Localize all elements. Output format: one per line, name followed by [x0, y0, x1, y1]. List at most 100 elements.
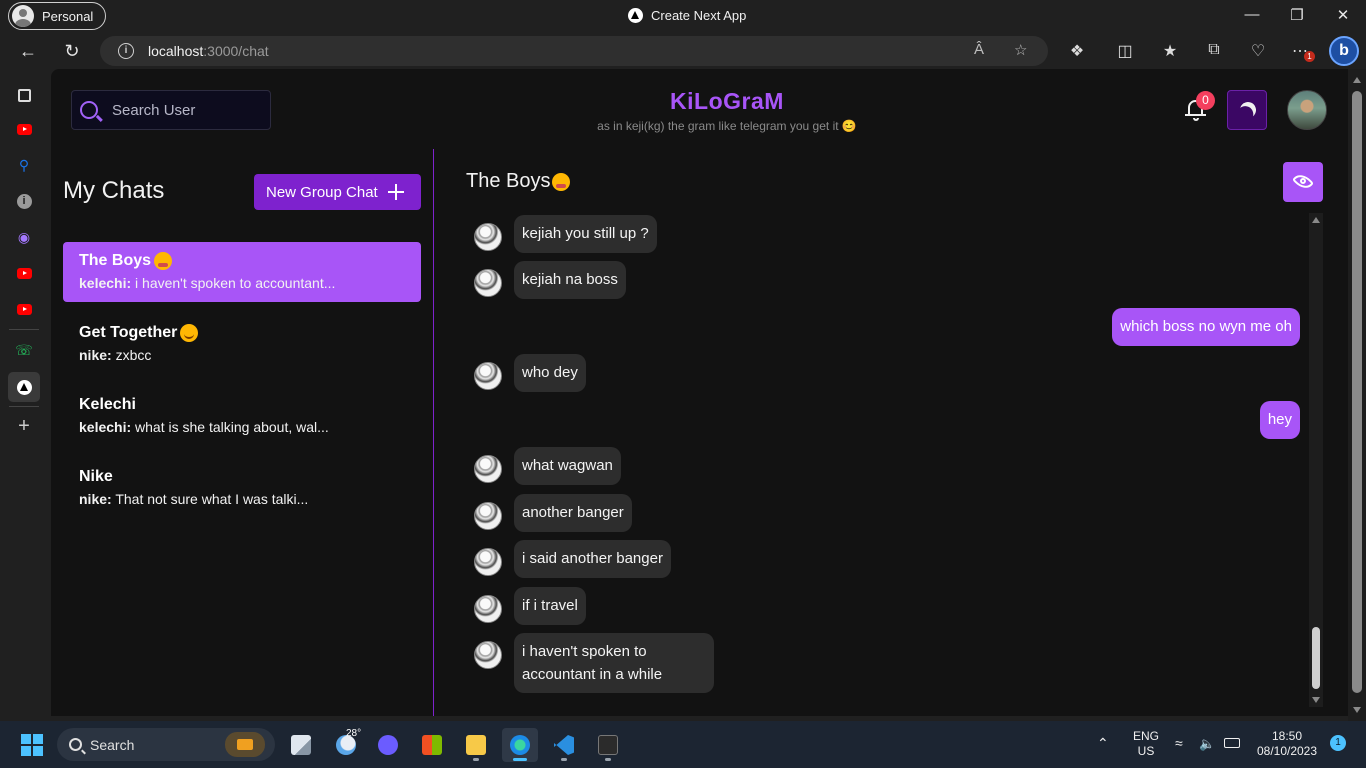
message-bubble: i said another banger	[514, 540, 671, 578]
wifi-icon[interactable]: ≈	[1175, 736, 1183, 751]
notification-center-badge[interactable]: 1	[1330, 735, 1346, 751]
taskbar-search-label: Search	[90, 736, 135, 753]
copilot-icon[interactable]: b	[1329, 36, 1359, 66]
search-icon	[69, 738, 82, 751]
browser-sidebar: ⚲ i ◉ ☏ +	[0, 69, 50, 721]
page-scroll-thumb[interactable]	[1352, 91, 1362, 693]
store-icon[interactable]	[414, 728, 450, 762]
flushed-face-emoji-icon	[154, 252, 173, 270]
message-line: i haven't spoken to	[522, 643, 647, 660]
whatsapp-icon[interactable]: ☏	[13, 339, 35, 361]
menu-alert-badge: 1	[1304, 51, 1315, 62]
page-scrollbar[interactable]	[1348, 69, 1366, 721]
windows-start-icon[interactable]	[21, 734, 43, 756]
my-chats-panel: My Chats New Group Chat The Boys kelechi…	[51, 149, 433, 716]
favorites-icon[interactable]: ★	[1160, 41, 1180, 61]
message-bubble: who dey	[514, 354, 586, 392]
youtube-icon[interactable]	[13, 298, 35, 320]
scroll-down-arrow-icon[interactable]	[1353, 707, 1361, 713]
chat-last-sender: kelechi:	[79, 419, 132, 435]
chat-name: Kelechi	[79, 396, 136, 413]
sender-avatar	[474, 362, 502, 390]
message-bubble: another banger	[514, 494, 632, 532]
smiling-face-emoji-icon	[180, 324, 199, 342]
nextjs-tab-icon[interactable]	[13, 376, 35, 398]
sender-avatar	[474, 502, 502, 530]
site-info-icon[interactable]: i	[118, 43, 134, 59]
restore-icon[interactable]: ❐	[1287, 6, 1307, 24]
window-title: Create Next App	[628, 8, 746, 23]
vscode-icon[interactable]	[546, 728, 582, 762]
notification-count-badge: 0	[1196, 91, 1215, 110]
new-group-chat-button[interactable]: New Group Chat	[254, 174, 421, 210]
chat-list-item[interactable]: Nike nike: That not sure what I was talk…	[63, 458, 421, 518]
nextjs-logo-icon	[628, 8, 643, 23]
message-bubble: what wagwan	[514, 447, 621, 485]
user-avatar[interactable]	[1287, 90, 1327, 130]
add-icon[interactable]: +	[13, 415, 35, 437]
new-group-chat-label: New Group Chat	[266, 183, 378, 201]
youtube-icon[interactable]	[13, 262, 35, 284]
clock[interactable]: 18:50 08/10/2023	[1252, 729, 1322, 759]
address-bar[interactable]: i localhost :3000/chat Â ☆	[100, 36, 1048, 66]
scroll-up-arrow-icon[interactable]	[1312, 217, 1320, 223]
battery-icon[interactable]	[1224, 738, 1240, 748]
chat-name: Get Together	[79, 324, 178, 341]
chat-list-item[interactable]: Get Together nike: zxbcc	[63, 314, 421, 374]
chat-last-sender: nike:	[79, 491, 112, 507]
windows-taskbar: Search 28° ⌃ ENG US ≈ 🔈 18:50 08/10/2023…	[0, 721, 1366, 768]
plus-icon	[387, 184, 404, 200]
browser-titlebar: Personal Create Next App — ❐ ✕	[0, 0, 1366, 33]
conversation-panel: The Boys kejiah you still up ? kejiah na…	[434, 149, 1348, 716]
meet-icon[interactable]	[370, 728, 406, 762]
info-site-icon[interactable]: i	[13, 190, 35, 212]
chat-name: Nike	[79, 468, 113, 485]
close-icon[interactable]: ✕	[1333, 6, 1353, 24]
collections-icon[interactable]: ⧉	[1204, 41, 1224, 59]
terminal-icon[interactable]	[590, 728, 626, 762]
language-code: ENG	[1132, 729, 1159, 743]
extensions-icon[interactable]: ❖	[1067, 41, 1087, 61]
scroll-down-arrow-icon[interactable]	[1312, 697, 1320, 703]
message-scrollbar[interactable]	[1309, 213, 1323, 707]
discord-icon[interactable]: ◉	[13, 226, 35, 248]
chat-list-item[interactable]: Kelechi kelechi: what is she talking abo…	[63, 386, 421, 446]
language-indicator[interactable]: ENG US	[1130, 729, 1162, 759]
edge-browser-icon[interactable]	[502, 728, 538, 762]
my-message-bubble: hey	[1259, 401, 1300, 439]
search-site-icon[interactable]: ⚲	[13, 154, 35, 176]
scroll-up-arrow-icon[interactable]	[1353, 77, 1361, 83]
refresh-icon[interactable]: ↻	[59, 39, 85, 63]
show-hidden-icons-chevron-icon[interactable]: ⌃	[1097, 736, 1109, 751]
minimize-icon[interactable]: —	[1242, 6, 1262, 23]
tab-actions-icon[interactable]	[13, 84, 35, 106]
scroll-thumb[interactable]	[1312, 627, 1320, 689]
message-bubble: kejiah na boss	[514, 261, 626, 299]
sender-avatar	[474, 455, 502, 483]
favorite-star-icon[interactable]: ☆	[1014, 41, 1027, 59]
read-aloud-icon[interactable]: Â	[974, 41, 984, 58]
task-view-icon[interactable]	[283, 728, 319, 762]
chat-last-sender: nike:	[79, 347, 112, 363]
split-screen-icon[interactable]: ◫	[1115, 41, 1135, 61]
chat-list-item[interactable]: The Boys kelechi: i haven't spoken to ac…	[63, 242, 421, 302]
sidebar-divider	[9, 406, 39, 407]
back-icon[interactable]: ←	[15, 39, 41, 63]
my-message-bubble: which boss no wyn me oh	[1112, 308, 1300, 346]
volume-icon[interactable]: 🔈	[1199, 736, 1215, 751]
sender-avatar	[474, 269, 502, 297]
taskbar-search-box[interactable]: Search	[57, 728, 275, 761]
moon-icon	[1238, 100, 1259, 121]
chat-last-sender: kelechi:	[79, 275, 132, 291]
sender-avatar	[474, 223, 502, 251]
chat-last-message: i haven't spoken to accountant...	[135, 275, 336, 291]
browser-essentials-icon[interactable]: ♡	[1248, 41, 1268, 61]
sender-avatar	[474, 595, 502, 623]
region-code: US	[1137, 744, 1155, 758]
youtube-icon[interactable]	[13, 118, 35, 140]
message-line: accountant in a while	[522, 666, 663, 683]
app-brand: KiLoGraM	[670, 88, 784, 114]
theme-toggle-button[interactable]	[1227, 90, 1267, 130]
profile-button[interactable]: Personal	[8, 2, 107, 30]
file-explorer-icon[interactable]	[458, 728, 494, 762]
